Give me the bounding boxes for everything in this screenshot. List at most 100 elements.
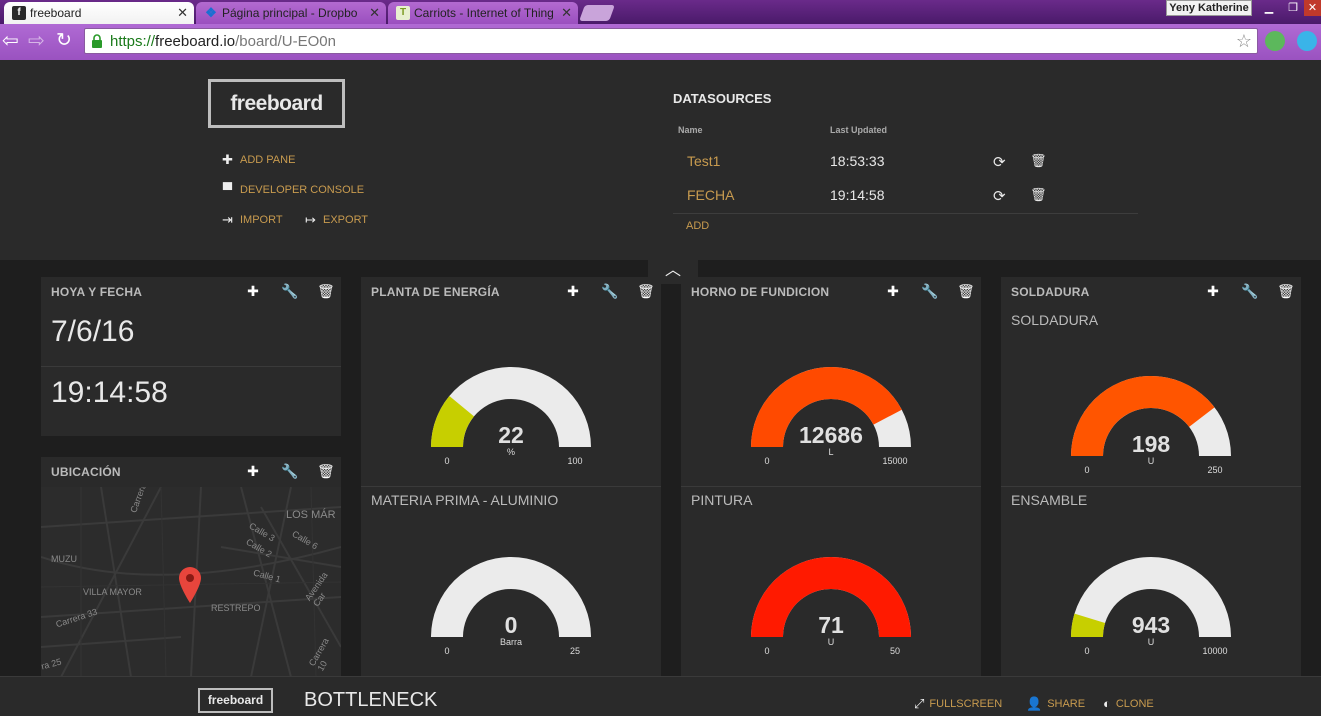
datasource-row: Test1 18:53:33 ⟳ 🗑 [673, 143, 1138, 177]
close-tab-icon[interactable]: ✕ [177, 5, 188, 21]
fullscreen-button[interactable]: ⤢ FULLSCREEN [914, 696, 1002, 712]
add-widget-icon[interactable]: ✚ [245, 463, 261, 480]
datasource-last-updated: 18:53:33 [830, 153, 885, 169]
gauge-widget: 198 U 0 250 [1001, 366, 1301, 481]
gauge-value: 22 [498, 422, 524, 448]
map-label: RESTREPO [211, 603, 261, 613]
col-name-header: Name [678, 125, 703, 135]
gauge-units: % [507, 447, 515, 457]
widget-title: MATERIA PRIMA - ALUMINIO [371, 492, 559, 508]
share-button[interactable]: 👤 SHARE [1026, 696, 1085, 712]
gauge-units: U [828, 637, 835, 647]
export-label: EXPORT [323, 214, 369, 226]
map-pin-icon[interactable] [178, 566, 202, 604]
pane-title: UBICACIÓN [51, 465, 121, 479]
gauge-units: Barra [500, 637, 522, 647]
datasource-row: FECHA 19:14:58 ⟳ 🗑 [673, 177, 1138, 211]
user-icon: 👤 [1026, 696, 1043, 711]
widget-divider [681, 486, 981, 487]
restore-icon[interactable]: ❐ [1282, 0, 1304, 16]
clone-button[interactable]: ◐ CLONE [1103, 696, 1154, 711]
wrench-icon[interactable]: 🔧 [601, 283, 618, 300]
wrench-icon[interactable]: 🔧 [281, 463, 298, 480]
gauge-widget: 12686 L 0 15000 [681, 357, 981, 472]
add-pane-label: ADD PANE [240, 154, 296, 166]
tab-freeboard[interactable]: f freeboard ✕ [4, 2, 194, 24]
plus-icon: ✚ [222, 152, 233, 167]
url-input[interactable]: https://freeboard.io/board/U-EO0n ☆ [84, 28, 1258, 54]
map-label: VILLA MAYOR [83, 587, 142, 597]
add-widget-icon[interactable]: ✚ [245, 283, 261, 300]
console-icon: ▀ [222, 182, 233, 197]
reload-icon[interactable]: ↻ [56, 30, 72, 52]
wrench-icon[interactable]: 🔧 [281, 283, 298, 300]
new-tab-button[interactable] [579, 5, 615, 21]
tab-dropbox[interactable]: ❖ Página principal - Dropbo ✕ [196, 2, 386, 24]
gauge-widget: 71 U 0 50 [681, 547, 981, 662]
extension-icon[interactable] [1265, 31, 1285, 51]
widget-divider [361, 486, 661, 487]
add-widget-icon[interactable]: ✚ [885, 283, 901, 300]
wrench-icon[interactable]: 🔧 [921, 283, 938, 300]
minimize-icon[interactable]: ▁ [1258, 0, 1280, 16]
trash-icon[interactable]: 🗑 [957, 283, 975, 300]
bookmark-star-icon[interactable]: ☆ [1236, 31, 1252, 52]
forward-icon[interactable]: ⇨ [28, 30, 45, 52]
close-tab-icon[interactable]: ✕ [561, 5, 572, 21]
gauge-svg: 943U 0 10000 [1071, 557, 1231, 656]
gauge-value: 198 [1132, 431, 1171, 457]
tab-carriots[interactable]: T Carriots - Internet of Thing ✕ [388, 2, 578, 24]
refresh-icon[interactable]: ⟳ [993, 153, 1006, 171]
profile-badge[interactable]: Yeny Katherine [1166, 0, 1252, 16]
gauge-svg: 0Barra0 25 [431, 557, 591, 656]
freeboard-favicon-icon: f [12, 6, 26, 20]
import-icon: ⇥ [222, 212, 233, 227]
trash-icon[interactable]: 🗑 [1277, 283, 1295, 300]
trash-icon[interactable]: 🗑 [637, 283, 655, 300]
close-window-icon[interactable]: ✕ [1304, 0, 1321, 16]
gauge-widget: 943 U 0 10000 [1001, 547, 1301, 662]
url-host: freeboard.io [155, 33, 236, 50]
pane-title: HORNO DE FUNDICION [691, 285, 830, 299]
add-pane-button[interactable]: ✚ ADD PANE [221, 152, 295, 168]
trash-icon[interactable]: 🗑 [317, 283, 335, 300]
time-text-widget: 19:14:58 [51, 376, 168, 409]
datasource-last-updated: 19:14:58 [830, 187, 885, 203]
back-icon[interactable]: ⇦ [2, 30, 19, 52]
gauge-units: U [1148, 456, 1155, 466]
add-widget-icon[interactable]: ✚ [1205, 283, 1221, 300]
developer-console-label: DEVELOPER CONSOLE [240, 183, 365, 196]
gauge-min: 0 [764, 456, 769, 466]
url-scheme: https:// [110, 33, 156, 50]
refresh-icon[interactable]: ⟳ [993, 187, 1006, 205]
pane-title: PLANTA DE ENERGÍA [371, 285, 500, 299]
lock-icon [92, 34, 102, 48]
import-button[interactable]: ⇥ IMPORT [221, 212, 283, 228]
add-widget-icon[interactable]: ✚ [565, 283, 581, 300]
trash-icon[interactable]: 🗑 [1030, 187, 1047, 203]
freeboard-logo: freeboard [208, 79, 345, 128]
gauge-max: 25 [570, 646, 580, 656]
wrench-icon[interactable]: 🔧 [1241, 283, 1258, 300]
gauge-units: U [1148, 637, 1155, 647]
gauge-max: 50 [890, 646, 900, 656]
developer-console-button[interactable]: ▀ DEVELOPER CONSOLE [221, 182, 364, 197]
datasource-name[interactable]: FECHA [687, 187, 734, 203]
trash-icon[interactable]: 🗑 [317, 463, 335, 480]
gauge-value: 12686 [799, 422, 863, 448]
gauge-min: 0 [764, 646, 769, 656]
close-tab-icon[interactable]: ✕ [369, 5, 380, 21]
widget-divider [1001, 486, 1301, 487]
chevron-up-icon: ︿ [664, 262, 681, 279]
footer-freeboard-logo[interactable]: freeboard [198, 688, 273, 713]
widget-title: SOLDADURA [1011, 312, 1099, 328]
trash-icon[interactable]: 🗑 [1030, 153, 1047, 169]
map-widget[interactable]: LOS MÁR MUZU VILLA MAYOR RESTREPO Carrer… [41, 487, 341, 676]
extension-icon[interactable] [1297, 31, 1317, 51]
datasource-name[interactable]: Test1 [687, 153, 720, 169]
pane-toolbar: ✚ 🔧 🗑 [565, 283, 655, 300]
fullscreen-label: FULLSCREEN [929, 698, 1003, 710]
export-button[interactable]: ↦ EXPORT [304, 212, 368, 228]
add-datasource-button[interactable]: ADD [686, 220, 709, 232]
pane-hoya-y-fecha: HOYA Y FECHA ✚ 🔧 🗑 7/6/16 19:14:58 [41, 277, 341, 436]
